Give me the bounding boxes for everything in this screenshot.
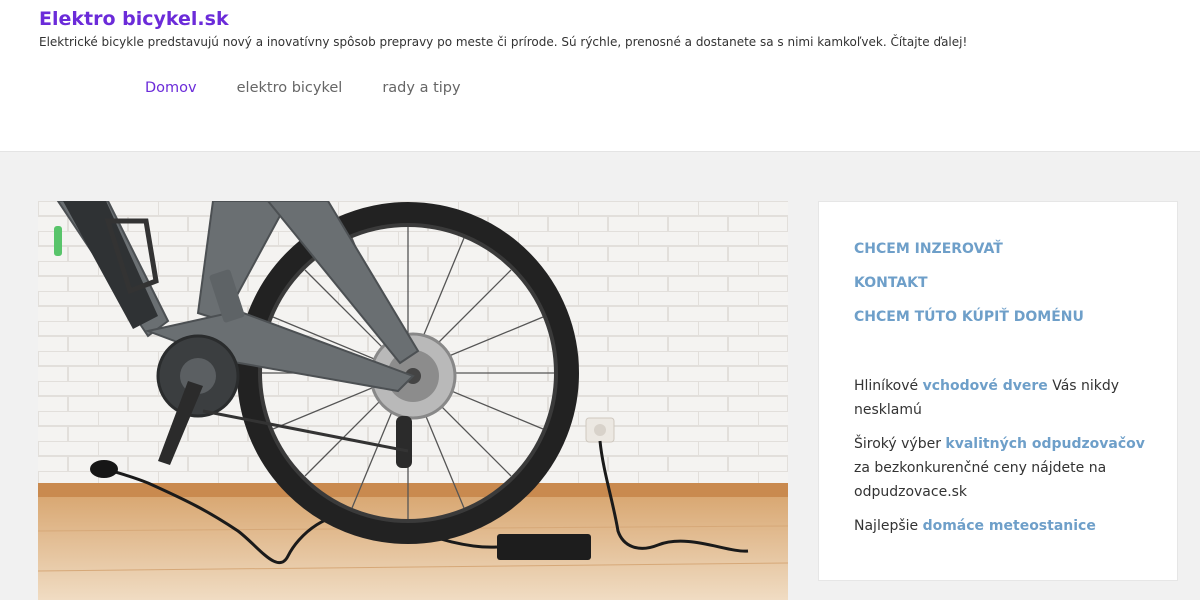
promo-link-odpudzovace[interactable]: kvalitných odpudzovačov: [945, 436, 1144, 452]
promo-text: za bezkonkurenčné ceny nájdete na odpudz…: [854, 460, 1107, 500]
sidebar-link-kontakt[interactable]: Kontakt: [854, 273, 1084, 293]
site-description: Elektrické bicykle predstavujú nový a in…: [39, 35, 968, 49]
promo-link-meteostanice[interactable]: domáce meteostanice: [923, 518, 1096, 534]
promo-item: Najlepšie domáce meteostanice: [854, 514, 1154, 538]
main-navigation: Domov elektro bicykel rady a tipy: [145, 80, 461, 96]
promo-link-vchodove-dvere[interactable]: vchodové dvere: [923, 378, 1048, 394]
sidebar-links: Chcem inzerovať Kontakt Chcem túto kúpiť…: [854, 239, 1084, 341]
site-header: Elektro bicykel.sk Elektrické bicykle pr…: [0, 0, 1200, 152]
promo-item: Široký výber kvalitných odpudzovačov za …: [854, 432, 1154, 504]
promo-item: Hliníkové vchodové dvere Vás nikdy neskl…: [854, 374, 1154, 422]
e-bike-photo: [38, 201, 788, 600]
sidebar: Chcem inzerovať Kontakt Chcem túto kúpiť…: [818, 201, 1178, 581]
promo-text: Hliníkové: [854, 378, 923, 394]
site-title[interactable]: Elektro bicykel.sk: [39, 8, 229, 30]
hero-image: [38, 201, 788, 600]
sidebar-link-chcem-inzerovat[interactable]: Chcem inzerovať: [854, 239, 1084, 259]
promo-text: Najlepšie: [854, 518, 923, 534]
sidebar-link-kupit-domenu[interactable]: Chcem túto kúpiť doménu: [854, 307, 1084, 327]
sidebar-promos: Hliníkové vchodové dvere Vás nikdy neskl…: [854, 374, 1154, 548]
promo-text: Široký výber: [854, 436, 946, 452]
nav-item-elektro-bicykel[interactable]: elektro bicykel: [237, 80, 343, 96]
nav-item-domov[interactable]: Domov: [145, 80, 197, 96]
nav-item-rady-a-tipy[interactable]: rady a tipy: [382, 80, 460, 96]
